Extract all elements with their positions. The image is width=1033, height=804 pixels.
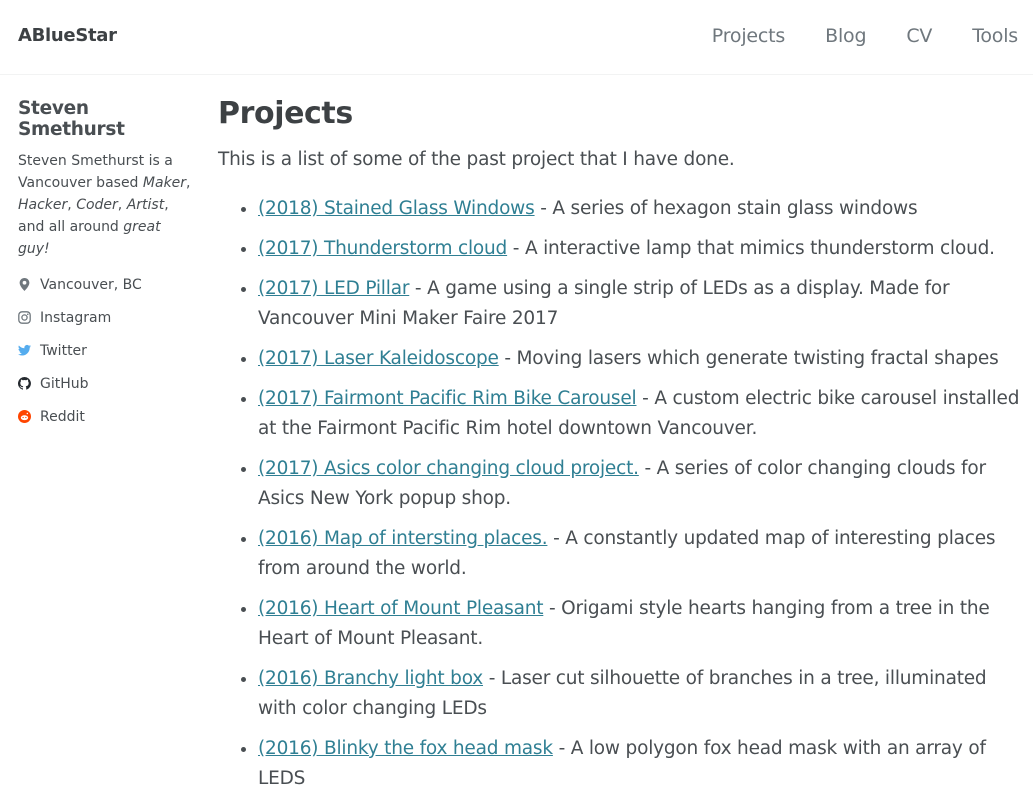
site-title-link[interactable]: ABlueStar xyxy=(18,25,117,46)
project-link[interactable]: (2016) Map of intersting places. xyxy=(258,528,548,549)
reddit-link[interactable]: Reddit xyxy=(18,400,193,433)
list-item: (2016) Map of intersting places. - A con… xyxy=(258,524,1030,584)
page-title: Projects xyxy=(218,96,353,131)
project-link[interactable]: (2018) Stained Glass Windows xyxy=(258,198,535,219)
nav-projects[interactable]: Projects xyxy=(712,25,786,47)
author-links: Vancouver, BC Instagram Twitter GitHub R… xyxy=(18,268,193,433)
github-label[interactable]: GitHub xyxy=(40,376,89,392)
project-description: - A interactive lamp that mimics thunder… xyxy=(507,238,995,259)
list-item: (2017) Thunderstorm cloud - A interactiv… xyxy=(258,234,1030,264)
project-link[interactable]: (2016) Branchy light box xyxy=(258,668,483,689)
reddit-label[interactable]: Reddit xyxy=(40,409,85,425)
project-description: - A series of hexagon stain glass window… xyxy=(534,198,918,219)
project-link[interactable]: (2017) Fairmont Pacific Rim Bike Carouse… xyxy=(258,388,637,409)
list-item: (2017) Laser Kaleidoscope - Moving laser… xyxy=(258,344,1030,374)
project-link[interactable]: (2017) LED Pillar xyxy=(258,278,409,299)
masthead: ABlueStar Projects Blog CV Tools xyxy=(0,0,1033,75)
instagram-icon xyxy=(18,311,31,324)
github-icon xyxy=(18,377,31,390)
location-label: Vancouver, BC xyxy=(40,276,142,293)
nav-cv[interactable]: CV xyxy=(906,25,932,47)
project-link[interactable]: (2017) Asics color changing cloud projec… xyxy=(258,458,639,479)
project-link[interactable]: (2016) Heart of Mount Pleasant xyxy=(258,598,544,619)
github-link[interactable]: GitHub xyxy=(18,367,193,400)
twitter-link[interactable]: Twitter xyxy=(18,334,193,367)
reddit-icon xyxy=(18,410,31,423)
list-item: (2016) Blinky the fox head mask - A low … xyxy=(258,734,1030,794)
top-nav: Projects Blog CV Tools xyxy=(672,25,1018,47)
map-marker-icon xyxy=(18,278,31,291)
list-item: (2016) Heart of Mount Pleasant - Origami… xyxy=(258,594,1030,654)
list-item: (2017) Asics color changing cloud projec… xyxy=(258,454,1030,514)
project-link[interactable]: (2017) Thunderstorm cloud xyxy=(258,238,507,259)
list-item: (2017) LED Pillar - A game using a singl… xyxy=(258,274,1030,334)
project-link[interactable]: (2016) Blinky the fox head mask xyxy=(258,738,553,759)
list-item: (2016) Branchy light box - Laser cut sil… xyxy=(258,664,1030,724)
instagram-label[interactable]: Instagram xyxy=(40,310,111,326)
location-item: Vancouver, BC xyxy=(18,268,193,301)
main-content: Projects This is a list of some of the p… xyxy=(218,92,1030,804)
project-description: - Moving lasers which generate twisting … xyxy=(498,348,999,369)
author-name: Steven Smethurst xyxy=(18,98,125,140)
twitter-icon xyxy=(18,344,31,357)
project-list: (2018) Stained Glass Windows - A series … xyxy=(218,194,1030,794)
intro-text: This is a list of some of the past proje… xyxy=(218,149,735,170)
twitter-label[interactable]: Twitter xyxy=(40,343,87,359)
list-item: (2018) Stained Glass Windows - A series … xyxy=(258,194,1030,224)
project-link[interactable]: (2017) Laser Kaleidoscope xyxy=(258,348,499,369)
nav-blog[interactable]: Blog xyxy=(825,25,866,47)
instagram-link[interactable]: Instagram xyxy=(18,301,193,334)
author-bio: Steven Smethurst is a Vancouver based Ma… xyxy=(18,153,191,257)
list-item: (2017) Fairmont Pacific Rim Bike Carouse… xyxy=(258,384,1030,444)
author-sidebar: Steven Smethurst Steven Smethurst is a V… xyxy=(18,98,193,433)
nav-tools[interactable]: Tools xyxy=(972,25,1018,47)
